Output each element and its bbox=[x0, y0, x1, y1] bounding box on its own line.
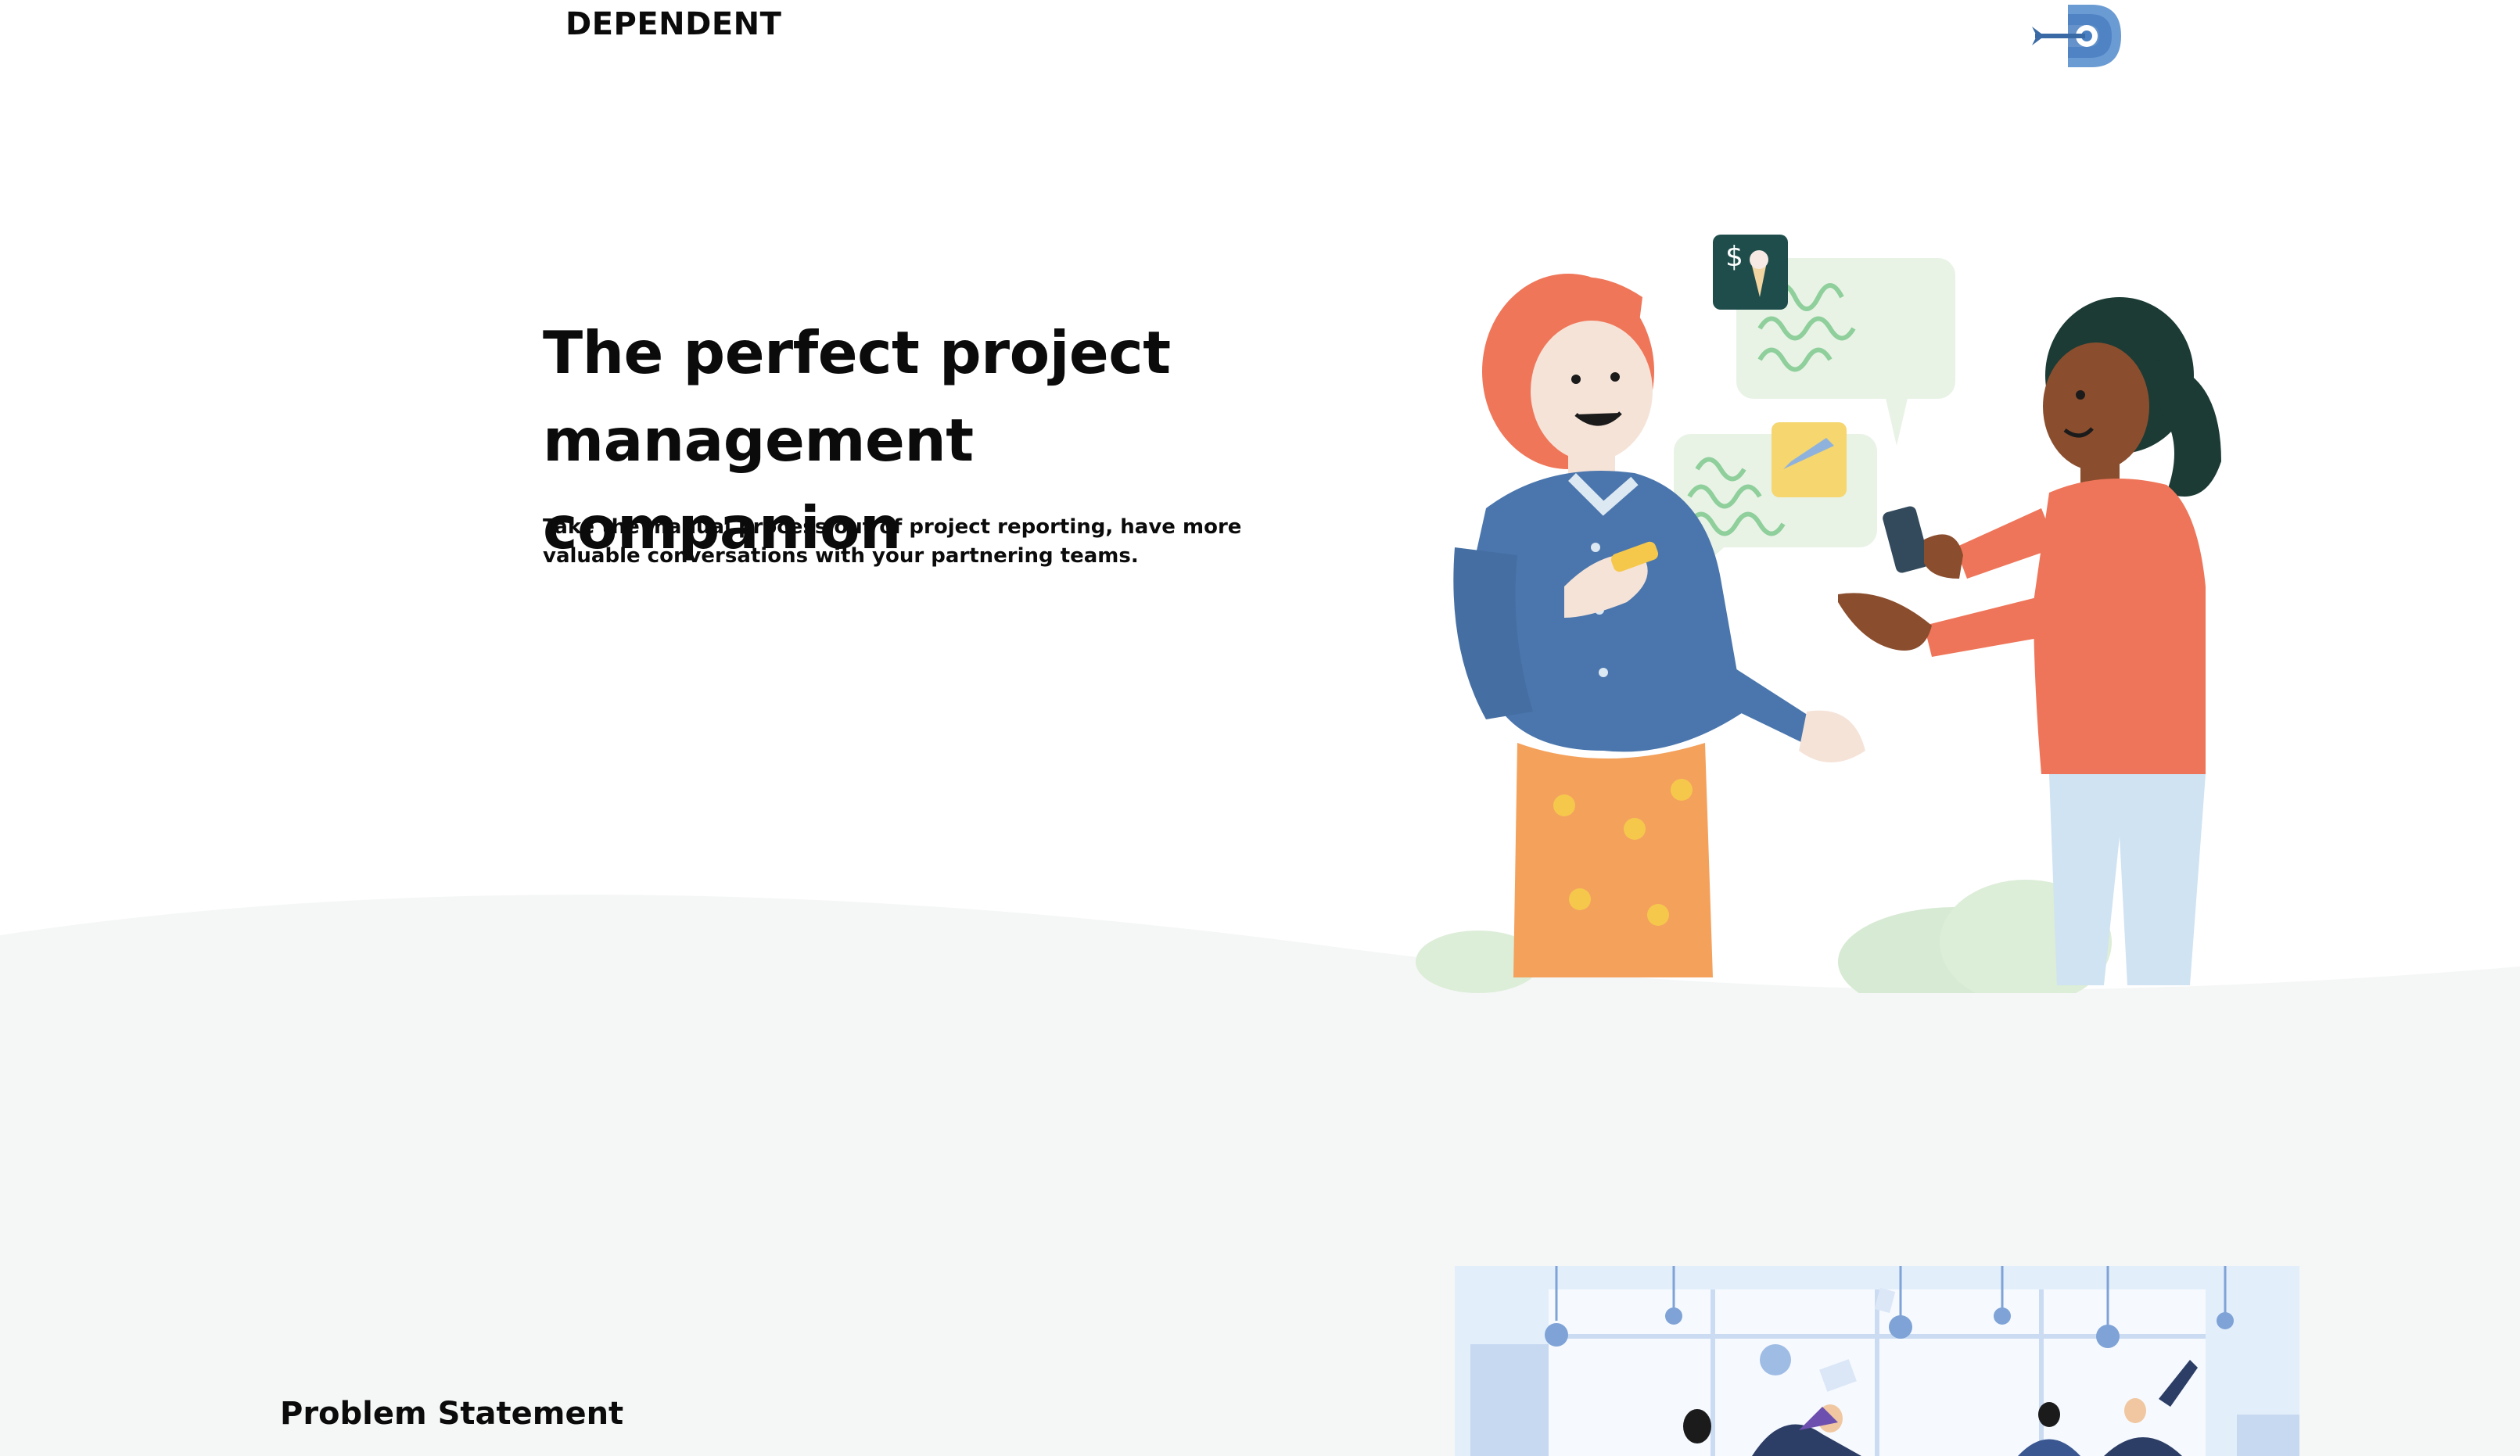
two-people-chatting-illustration: $ bbox=[1377, 211, 2253, 1017]
office-celebration-illustration bbox=[1455, 1266, 2299, 1456]
dependent-logo-icon[interactable] bbox=[2030, 0, 2127, 72]
svg-text:$: $ bbox=[1725, 241, 1743, 273]
hero-subtitle: Take the manual process out of project r… bbox=[543, 515, 1242, 568]
problem-statement-heading: Problem Statement bbox=[280, 1396, 624, 1432]
brand-wordmark[interactable]: DEPENDENT bbox=[565, 6, 781, 42]
